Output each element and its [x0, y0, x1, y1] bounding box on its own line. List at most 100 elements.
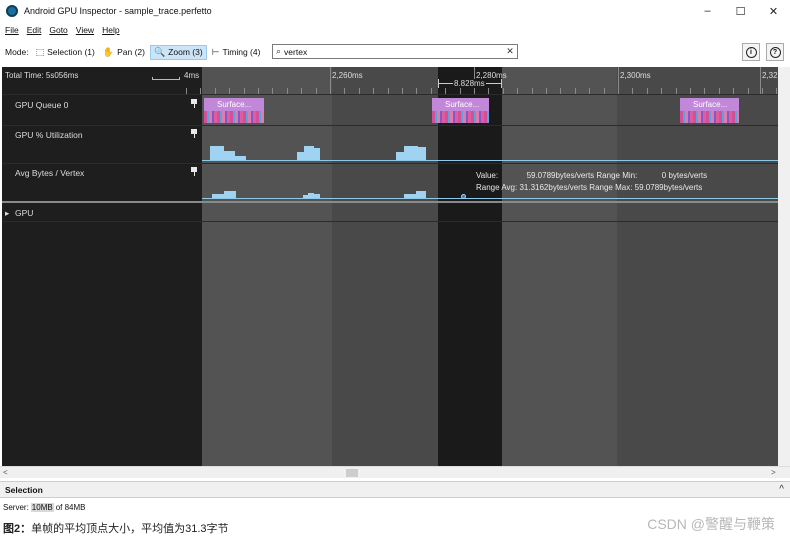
- counter-bar: [297, 151, 304, 160]
- mode-label: Mode:: [5, 47, 29, 57]
- status-bar: Server: 10MB of 84MB: [0, 501, 790, 514]
- slice-label: Surface...: [432, 98, 489, 111]
- pin-icon[interactable]: [191, 99, 197, 108]
- expand-arrow-icon[interactable]: ▸: [5, 208, 9, 219]
- counter-bar: [224, 191, 236, 198]
- row-separator: [2, 221, 778, 222]
- tooltip-range-avg: 31.3162bytes/verts: [519, 183, 588, 192]
- toolbar: Mode: ⬚ Selection (1) ✋ Pan (2) 🔍 Zoom (…: [0, 40, 790, 64]
- figure-caption: 图2：单帧的平均顶点大小，平均值为31.3字节: [3, 520, 229, 536]
- counter-bar: [416, 191, 426, 198]
- selection-title: Selection: [5, 484, 43, 495]
- search-icon: ⌕: [276, 46, 282, 56]
- measure-cap: [438, 79, 439, 88]
- scroll-left-icon[interactable]: <: [3, 468, 8, 477]
- menu-help[interactable]: Help: [102, 25, 119, 35]
- row-separator: [2, 201, 778, 203]
- tooltip-range-min-label: Range Min:: [596, 171, 638, 180]
- counter-bar: [404, 146, 418, 160]
- menu-goto[interactable]: Goto: [49, 25, 67, 35]
- horizontal-scrollbar[interactable]: < >: [0, 466, 790, 478]
- counter-tooltip: Value: 59.0789bytes/verts Range Min: 0 b…: [476, 171, 707, 192]
- ruler-tick-label: 2,32: [762, 71, 778, 80]
- info-button[interactable]: i: [742, 43, 760, 61]
- timing-icon: ⊢: [211, 46, 220, 57]
- track-label-gpu-utilization: GPU % Utilization: [15, 130, 83, 140]
- zoom-highlight: [438, 67, 502, 466]
- hover-marker: [461, 194, 466, 199]
- counter-bar: [396, 152, 404, 160]
- tooltip-range-max-label: Range Max:: [589, 183, 633, 192]
- memory-used: 10MB: [30, 503, 54, 512]
- scale-bar: [152, 77, 180, 80]
- zoom-icon: 🔍: [153, 46, 166, 57]
- menu-view[interactable]: View: [76, 25, 94, 35]
- slice-label: Surface...: [680, 98, 739, 111]
- counter-bar: [418, 147, 426, 160]
- counter-bar: [314, 147, 320, 160]
- track-label-gpu-queue: GPU Queue 0: [15, 100, 69, 110]
- measure-cap: [501, 79, 502, 88]
- slice-subslices: [680, 111, 739, 123]
- pin-icon[interactable]: [191, 167, 197, 176]
- selection-panel-header[interactable]: Selection ^: [0, 481, 790, 498]
- chevron-up-icon[interactable]: ^: [779, 484, 784, 495]
- vertical-scrollbar[interactable]: [778, 67, 790, 466]
- counter-bar: [304, 146, 314, 160]
- track-group-gpu[interactable]: GPU: [15, 208, 33, 218]
- tooltip-range-max: 59.0789bytes/verts: [634, 183, 703, 192]
- title-bar: Android GPU Inspector - sample_trace.per…: [0, 0, 790, 22]
- figure-number: 图2：: [3, 523, 32, 535]
- ruler-tick-label: 2,260ms: [332, 71, 363, 80]
- tooltip-range-min: 0 bytes/verts: [661, 171, 708, 180]
- counter-bar: [224, 150, 235, 160]
- memory-total: of 84MB: [55, 503, 86, 512]
- tooltip-range-avg-label: Range Avg:: [476, 183, 518, 192]
- server-label: Server:: [3, 503, 29, 512]
- mode-timing-button[interactable]: ⊢ Timing (4): [209, 45, 264, 60]
- time-ruler[interactable]: Total Time: 5s056ms 4ms 2,260ms 2,280ms …: [2, 67, 778, 94]
- row-separator: [2, 94, 778, 95]
- info-icon: i: [745, 46, 757, 58]
- scroll-thumb[interactable]: [346, 469, 358, 477]
- track-label-avg-bytes-vertex: Avg Bytes / Vertex: [15, 168, 85, 178]
- surface-slice[interactable]: Surface...: [432, 98, 489, 123]
- caption-text: 单帧的平均顶点大小，平均值为31.3字节: [31, 523, 229, 535]
- mode-selection-button[interactable]: ⬚ Selection (1): [33, 45, 98, 60]
- measure-label: 8.828ms: [453, 79, 486, 88]
- utilization-baseline: [202, 160, 778, 161]
- watermark: CSDN @警醒与鞭策: [647, 516, 775, 532]
- ruler-tick: [760, 67, 761, 94]
- agi-logo-icon: [6, 5, 18, 17]
- mode-zoom-button[interactable]: 🔍 Zoom (3): [149, 44, 207, 60]
- search-value[interactable]: vertex: [284, 47, 503, 57]
- time-band: [502, 67, 617, 466]
- surface-slice[interactable]: Surface...: [680, 98, 739, 123]
- track-sidebar: [2, 67, 202, 466]
- close-button[interactable]: ✕: [757, 0, 790, 22]
- scroll-right-icon[interactable]: >: [771, 468, 776, 477]
- tooltip-value: 59.0789bytes/verts: [526, 171, 595, 180]
- search-input[interactable]: ⌕ vertex ✕: [272, 44, 518, 59]
- mode-pan-button[interactable]: ✋ Pan (2): [100, 45, 148, 60]
- minimize-button[interactable]: –: [691, 0, 724, 22]
- slice-subslices: [432, 111, 489, 123]
- surface-slice[interactable]: Surface...: [204, 98, 264, 123]
- mode-selection-label: Selection (1): [47, 47, 95, 57]
- help-icon: ?: [769, 46, 781, 58]
- menu-file[interactable]: File: [5, 25, 19, 35]
- timeline-panel[interactable]: Total Time: 5s056ms 4ms 2,260ms 2,280ms …: [2, 67, 778, 466]
- window-controls: – ☐ ✕: [691, 0, 790, 22]
- mode-timing-label: Timing (4): [222, 47, 261, 57]
- menu-edit[interactable]: Edit: [27, 25, 42, 35]
- pin-icon[interactable]: [191, 129, 197, 138]
- clear-search-icon[interactable]: ✕: [503, 46, 517, 57]
- mode-pan-label: Pan (2): [117, 47, 145, 57]
- help-button[interactable]: ?: [766, 43, 784, 61]
- ruler-tick-label: 2,300ms: [620, 71, 651, 80]
- maximize-button[interactable]: ☐: [724, 0, 757, 22]
- counter-bar: [210, 146, 224, 160]
- tooltip-value-label: Value:: [476, 171, 499, 180]
- scale-label: 4ms: [184, 71, 200, 80]
- time-band: [202, 67, 332, 466]
